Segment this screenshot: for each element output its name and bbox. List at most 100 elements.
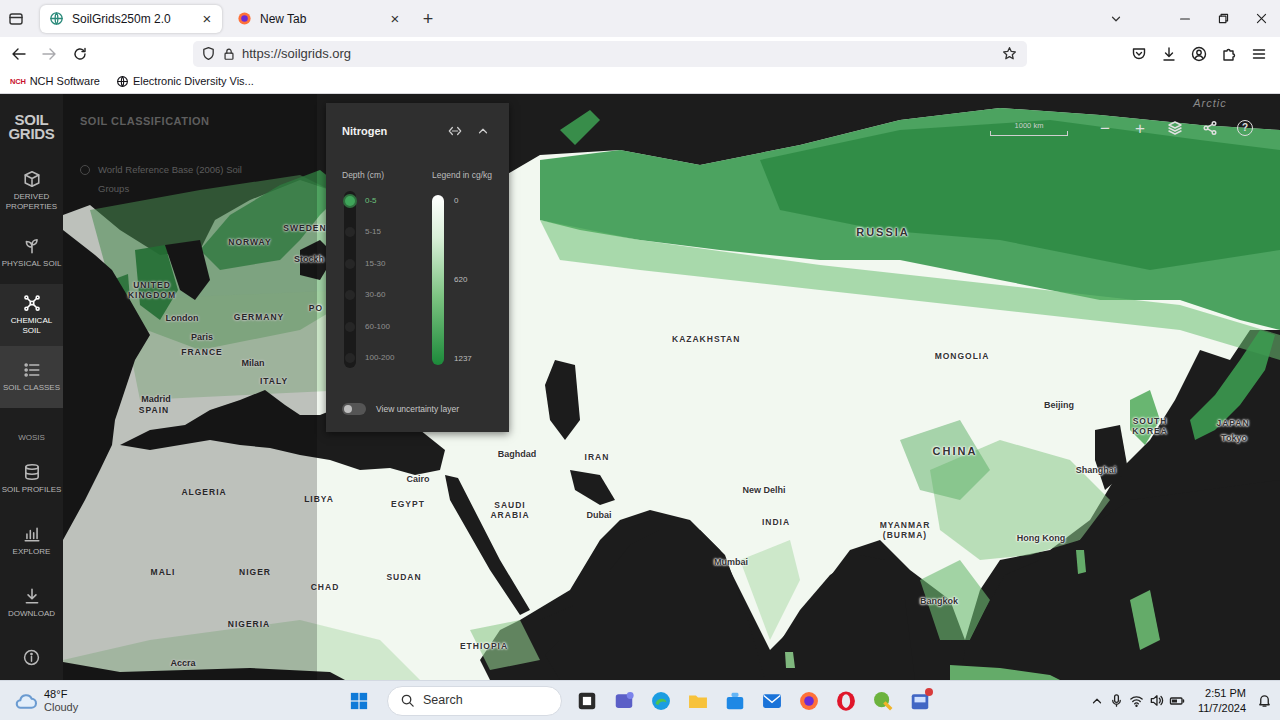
wifi-icon[interactable] (1129, 693, 1144, 708)
depth-slider[interactable]: 0-55-1515-3030-6060-100100-200 (342, 185, 432, 374)
extensions-icon[interactable] (1214, 39, 1244, 69)
windows-start-icon[interactable] (345, 686, 373, 716)
app-icon[interactable] (905, 686, 935, 716)
file-explorer-icon[interactable] (683, 686, 713, 716)
depth-option[interactable]: 15-30 (342, 248, 432, 280)
reload-icon[interactable] (65, 39, 95, 69)
depth-dot[interactable] (345, 227, 355, 237)
sprout-icon[interactable] (23, 237, 41, 255)
speaker-icon[interactable] (1149, 693, 1164, 708)
layers-button[interactable] (1161, 116, 1189, 140)
database-icon[interactable] (23, 463, 41, 481)
temperature: 48°F (44, 688, 78, 701)
restore-icon[interactable] (1204, 0, 1242, 37)
firefox-icon[interactable] (794, 686, 824, 716)
collapse-chevron-icon[interactable] (473, 121, 493, 141)
back-arrow-icon[interactable] (4, 39, 34, 69)
address-text[interactable]: https://soilgrids.org (242, 44, 989, 64)
sidebar-item[interactable]: DOWNLOAD (0, 572, 63, 634)
sidebar: SOILGRIDSDERIVED PROPERTIESPHYSICAL SOIL… (0, 94, 63, 680)
qgis-icon[interactable] (868, 686, 898, 716)
microphone-icon[interactable] (1109, 693, 1124, 708)
depth-option[interactable]: 30-60 (342, 280, 432, 312)
sidebar-item[interactable]: EXPLORE (0, 510, 63, 572)
share-button[interactable] (1196, 116, 1224, 140)
sidebar-label: SOIL PROFILES (2, 485, 62, 495)
zoom-in-button[interactable]: + (1126, 116, 1154, 140)
zoom-out-button[interactable]: − (1091, 116, 1119, 140)
list-icon[interactable] (23, 361, 41, 379)
account-icon[interactable] (1184, 39, 1214, 69)
sidebar-item[interactable]: CHEMICAL SOIL (0, 284, 63, 346)
close-window-icon[interactable] (1242, 0, 1280, 37)
info-icon[interactable] (23, 649, 40, 666)
sidebar-item[interactable]: DERIVED PROPERTIES (0, 160, 63, 222)
hidden-icons-chevron-icon[interactable] (1090, 694, 1104, 708)
depth-dot[interactable] (345, 322, 355, 332)
cube-icon[interactable] (23, 170, 41, 188)
task-view-icon[interactable] (572, 686, 602, 716)
pocket-icon[interactable] (1124, 39, 1154, 69)
depth-option[interactable]: 5-15 (342, 217, 432, 249)
bookmark-star-icon[interactable] (995, 40, 1023, 68)
sidebar-item-hover: SOIL PROFILES (0, 448, 63, 510)
teams-icon[interactable] (609, 686, 639, 716)
option-radio[interactable] (80, 165, 90, 175)
cloud-icon[interactable] (14, 689, 38, 713)
legend-heading: Legend in cg/kg (432, 169, 492, 181)
edge-icon[interactable] (646, 686, 676, 716)
depth-dot[interactable] (345, 290, 355, 300)
opera-icon[interactable] (831, 686, 861, 716)
firefox-favicon-icon (237, 11, 252, 26)
help-button[interactable]: ? (1231, 116, 1259, 140)
bar-chart-icon[interactable] (23, 525, 41, 543)
store-icon[interactable] (720, 686, 750, 716)
depth-option[interactable]: 100-200 (342, 343, 432, 375)
bookmark[interactable]: Electronic Diversity Vis... (116, 73, 254, 90)
browser-tab[interactable]: SoilGrids250m 2.0× (40, 5, 222, 33)
downloads-icon[interactable] (1154, 39, 1184, 69)
classification-option[interactable]: World Reference Base (2006) Soil Groups (80, 160, 300, 198)
mail-icon[interactable] (757, 686, 787, 716)
browser-tab[interactable]: New Tab × (228, 5, 410, 33)
share-icon[interactable] (1202, 120, 1218, 136)
uncertainty-toggle[interactable] (342, 403, 366, 415)
list-tabs-chevron-icon[interactable] (1102, 5, 1130, 33)
depth-option[interactable]: 60-100 (342, 311, 432, 343)
lock-icon[interactable] (222, 47, 236, 61)
depth-dot[interactable] (345, 353, 355, 363)
tab-title: New Tab (260, 10, 378, 28)
legend: 06201237 (432, 195, 492, 365)
compare-icon[interactable] (445, 121, 465, 141)
sidebar-item[interactable]: SOIL CLASSES (0, 346, 63, 408)
download-icon[interactable] (23, 587, 41, 605)
tab-close-button[interactable]: × (198, 11, 216, 26)
depth-dot[interactable] (345, 196, 355, 206)
uncertainty-toggle-row[interactable]: View uncertainty layer (342, 402, 493, 416)
tracking-shield-icon[interactable] (201, 46, 216, 61)
molecule-icon[interactable] (23, 294, 41, 312)
menu-icon[interactable] (1244, 39, 1274, 69)
depth-dot[interactable] (345, 259, 355, 269)
address-bar[interactable]: https://soilgrids.org (193, 41, 1027, 67)
sidebar-item[interactable]: SOIL PROFILES (0, 448, 63, 510)
taskbar-search[interactable]: Search (387, 686, 562, 716)
info-button[interactable] (0, 634, 63, 680)
battery-icon[interactable] (1169, 693, 1185, 709)
new-tab-button[interactable]: + (418, 10, 438, 28)
soilgrids-logo[interactable]: SOILGRIDS (0, 94, 63, 160)
forward-arrow-icon[interactable] (34, 39, 64, 69)
legend-color-ramp (432, 195, 444, 365)
bookmark[interactable]: NCHNCH Software (10, 73, 100, 90)
notification-bell-icon[interactable] (1257, 693, 1272, 708)
clock[interactable]: 2:51 PM11/7/2024 (1198, 686, 1246, 716)
tab-close-button[interactable]: × (386, 11, 404, 26)
minimize-icon[interactable] (1166, 0, 1204, 37)
tab-list-icon[interactable] (2, 5, 30, 33)
map-area[interactable]: ArcticSWEDENNORWAYStockhUNITED KINGDOMLo… (63, 94, 1280, 680)
weather-widget[interactable]: 48°FCloudy (0, 688, 345, 714)
help-label: ? (1237, 120, 1253, 136)
sidebar-item[interactable]: PHYSICAL SOIL (0, 222, 63, 284)
layers-icon[interactable] (1167, 120, 1183, 136)
depth-option[interactable]: 0-5 (342, 185, 432, 217)
